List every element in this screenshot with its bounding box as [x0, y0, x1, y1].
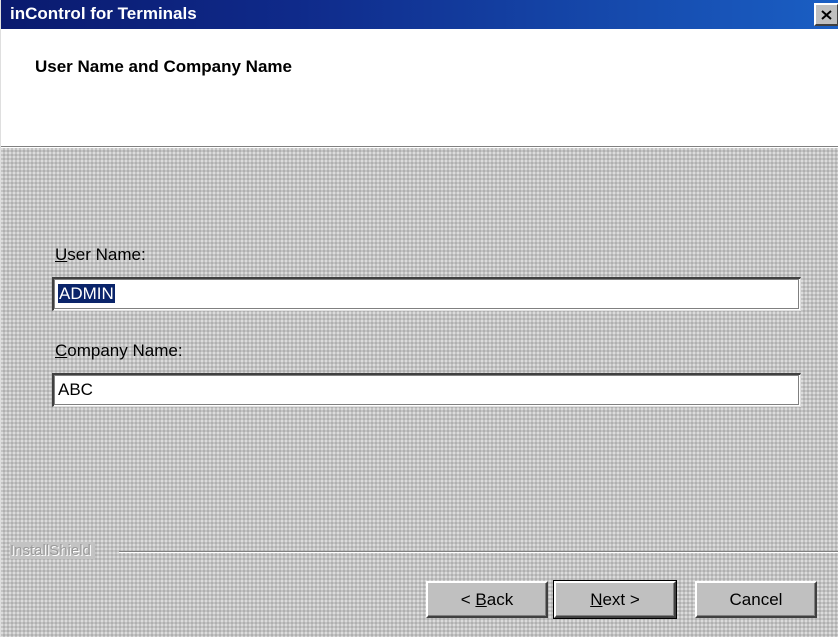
company-name-label: Company Name:: [55, 341, 183, 361]
cancel-button-label: Cancel: [729, 589, 783, 609]
user-name-input[interactable]: ADMIN: [52, 277, 801, 311]
next-button[interactable]: Next >: [553, 580, 677, 619]
cancel-button[interactable]: Cancel: [695, 581, 817, 618]
header-panel: User Name and Company Name: [1, 29, 838, 146]
close-button[interactable]: [814, 3, 838, 26]
next-button-mnemonic: N: [590, 589, 603, 609]
title-bar[interactable]: inControl for Terminals: [1, 0, 838, 29]
company-name-label-text: ompany Name:: [67, 341, 183, 360]
company-name-label-mnemonic: C: [55, 341, 68, 360]
close-icon: [821, 9, 832, 20]
back-button[interactable]: < Back: [426, 581, 548, 618]
user-name-label-text: ser Name:: [67, 245, 146, 264]
company-name-input[interactable]: ABC: [52, 373, 801, 407]
user-name-value: ADMIN: [58, 284, 115, 303]
window-title: inControl for Terminals: [10, 4, 197, 23]
footer-divider-highlight: [119, 552, 838, 553]
back-button-prefix: <: [460, 589, 476, 609]
page-title: User Name and Company Name: [35, 57, 292, 76]
company-name-value: ABC: [58, 380, 93, 399]
user-name-label-mnemonic: U: [55, 245, 68, 264]
user-name-label: User Name:: [55, 245, 146, 265]
back-button-label: ack: [486, 589, 514, 609]
next-button-label: ext >: [602, 589, 640, 609]
back-button-mnemonic: B: [475, 589, 487, 609]
installshield-brand: InstallShield: [10, 542, 95, 559]
installer-window: inControl for Terminals User Name and Co…: [0, 0, 838, 637]
